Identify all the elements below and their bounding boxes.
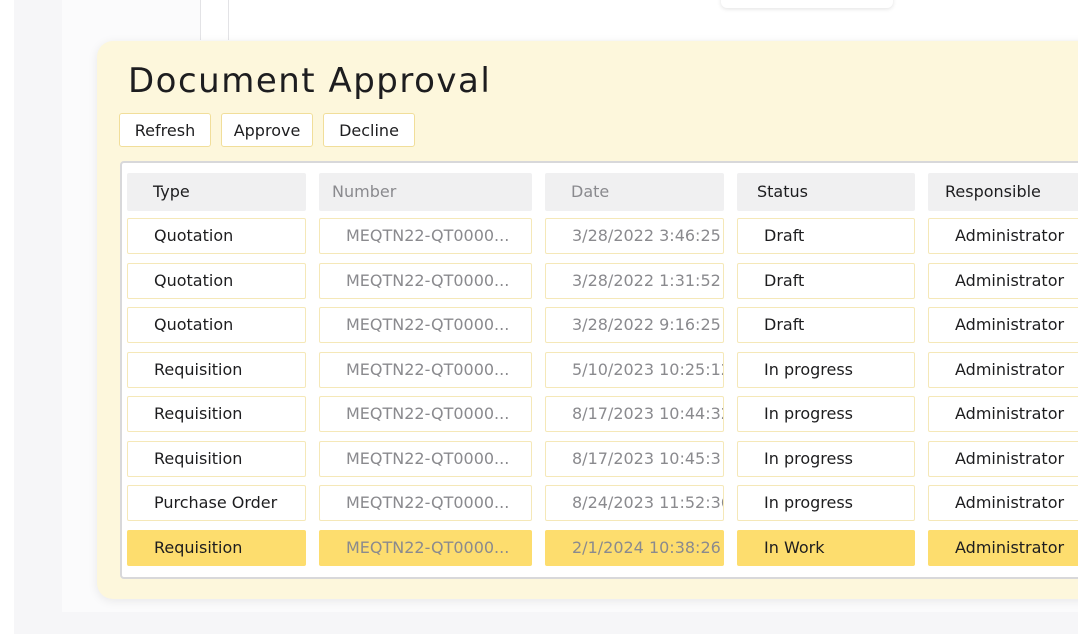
- cell-responsible[interactable]: Administrator: [928, 396, 1078, 432]
- cell-type[interactable]: Requisition: [127, 351, 306, 388]
- page-title: Document Approval: [128, 61, 492, 101]
- cell-status[interactable]: In progress: [737, 485, 915, 521]
- cell-date[interactable]: 3/28/2022 3:46:25: [545, 218, 724, 254]
- cell-responsible[interactable]: Administrator: [928, 529, 1078, 566]
- cell-number[interactable]: MEQTN22-QT0000...: [319, 396, 532, 432]
- cell-type[interactable]: Quotation: [127, 262, 306, 299]
- cell-responsible[interactable]: Administrator: [928, 262, 1078, 299]
- background-popup: [721, 0, 893, 8]
- cell-responsible[interactable]: Administrator: [928, 218, 1078, 254]
- cell-number[interactable]: MEQTN22-QT0000...: [319, 218, 532, 254]
- cell-number[interactable]: MEQTN22-QT0000...: [319, 262, 532, 299]
- cell-type[interactable]: Quotation: [127, 218, 306, 254]
- column-header-responsible[interactable]: Responsible: [928, 173, 1078, 211]
- background-divider: [228, 0, 229, 40]
- approve-button[interactable]: Approve: [221, 113, 313, 147]
- cell-type[interactable]: Requisition: [127, 440, 306, 477]
- cell-status[interactable]: Draft: [737, 218, 915, 254]
- cell-date[interactable]: 3/28/2022 1:31:52: [545, 262, 724, 299]
- cell-status[interactable]: In progress: [737, 396, 915, 432]
- cell-number[interactable]: MEQTN22-QT0000...: [319, 485, 532, 521]
- cell-number[interactable]: MEQTN22-QT0000...: [319, 440, 532, 477]
- cell-responsible[interactable]: Administrator: [928, 351, 1078, 388]
- column-header-date[interactable]: Date: [545, 173, 724, 211]
- cell-status[interactable]: In Work: [737, 529, 915, 566]
- column-header-type[interactable]: Type: [127, 173, 306, 211]
- cell-number[interactable]: MEQTN22-QT0000...: [319, 307, 532, 343]
- column-header-status[interactable]: Status: [737, 173, 915, 211]
- cell-status[interactable]: In progress: [737, 351, 915, 388]
- column-header-number[interactable]: Number: [319, 173, 532, 211]
- cell-date[interactable]: 8/24/2023 11:52:36: [545, 485, 724, 521]
- cell-responsible[interactable]: Administrator: [928, 307, 1078, 343]
- background-window-header: [200, 0, 1078, 40]
- decline-button[interactable]: Decline: [323, 113, 415, 147]
- cell-type[interactable]: Requisition: [127, 529, 306, 566]
- cell-status[interactable]: Draft: [737, 262, 915, 299]
- cell-date[interactable]: 3/28/2022 9:16:25: [545, 307, 724, 343]
- approval-grid: Type Number Date Status Responsible Quot…: [120, 161, 1078, 579]
- cell-date[interactable]: 8/17/2023 10:44:32: [545, 396, 724, 432]
- cell-date[interactable]: 8/17/2023 10:45:3: [545, 440, 724, 477]
- cell-status[interactable]: Draft: [737, 307, 915, 343]
- cell-number[interactable]: MEQTN22-QT0000...: [319, 529, 532, 566]
- cell-date[interactable]: 2/1/2024 10:38:26: [545, 529, 724, 566]
- cell-number[interactable]: MEQTN22-QT0000...: [319, 351, 532, 388]
- refresh-button[interactable]: Refresh: [119, 113, 211, 147]
- cell-date[interactable]: 5/10/2023 10:25:12: [545, 351, 724, 388]
- cell-responsible[interactable]: Administrator: [928, 440, 1078, 477]
- cell-type[interactable]: Purchase Order: [127, 485, 306, 521]
- document-approval-panel: Document Approval Refresh Approve Declin…: [97, 41, 1078, 599]
- cell-type[interactable]: Requisition: [127, 396, 306, 432]
- cell-type[interactable]: Quotation: [127, 307, 306, 343]
- cell-responsible[interactable]: Administrator: [928, 485, 1078, 521]
- cell-status[interactable]: In progress: [737, 440, 915, 477]
